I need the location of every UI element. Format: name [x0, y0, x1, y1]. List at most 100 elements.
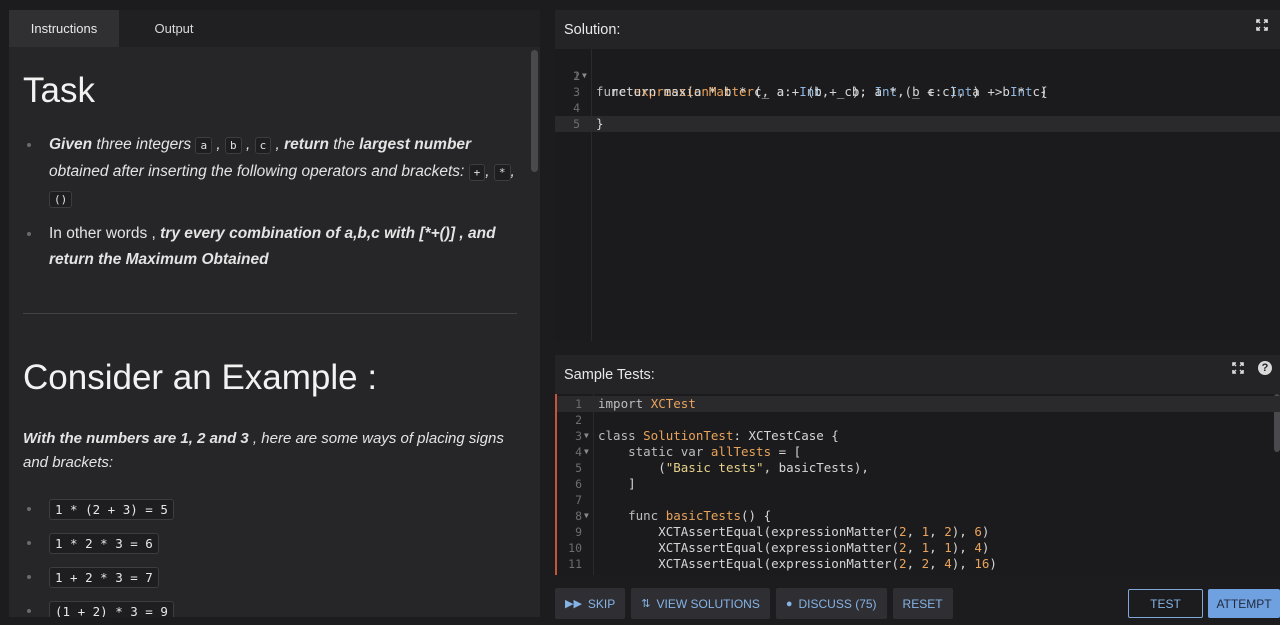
expand-icon[interactable]	[1254, 17, 1270, 33]
code-text: (	[598, 460, 666, 475]
code-text: ,	[929, 556, 945, 571]
solution-panel: Solution: 1 ▼ func expressionMatter(_ a: …	[555, 10, 1280, 341]
code-text: ,	[906, 540, 922, 555]
code-text: ,	[906, 524, 922, 539]
instructions-scrollbar[interactable]	[531, 50, 538, 172]
number-literal: 2	[944, 524, 952, 539]
code-text: )	[981, 540, 990, 555]
tests-editor[interactable]: 1 import XCTest 2 3 ▼ class SolutionTest: X…	[555, 394, 1280, 575]
number-literal: 2	[899, 540, 907, 555]
inline-code: a	[195, 137, 213, 154]
line-number: 11	[568, 557, 582, 571]
code-text: ,	[929, 524, 945, 539]
fold-icon[interactable]: ▼	[584, 508, 589, 524]
fold-icon[interactable]: ▼	[584, 444, 589, 460]
test-button[interactable]: TEST	[1128, 589, 1203, 618]
divider	[23, 313, 517, 314]
help-icon[interactable]: ?	[1258, 361, 1272, 375]
sample-tests-panel: Sample Tests: ? 1 import XCTest 2 3 ▼ class…	[555, 355, 1280, 575]
text: ,	[212, 136, 226, 153]
code-text: : XCTestCase {	[733, 428, 839, 443]
line-number: 7	[575, 493, 582, 507]
line-number: 10	[568, 541, 582, 555]
code-text: ),	[951, 556, 975, 571]
line-number: 2	[573, 69, 580, 83]
function-name: basicTests	[665, 508, 741, 523]
reset-button[interactable]: RESET	[892, 588, 953, 619]
expand-icon[interactable]	[1230, 360, 1246, 376]
line-number: 9	[575, 525, 582, 539]
line-number: 8	[575, 509, 582, 523]
text: ,	[271, 136, 285, 153]
text: ,	[241, 136, 255, 153]
code-text: ]	[598, 476, 636, 491]
number-literal: 1	[944, 540, 952, 555]
number-literal: 4	[974, 540, 982, 555]
tests-title: Sample Tests:	[564, 366, 655, 383]
solution-title: Solution:	[564, 21, 621, 38]
code-text: ),	[951, 524, 975, 539]
code-text: ),	[951, 540, 975, 555]
list-item: 1 * (2 + 3) = 5	[23, 497, 518, 521]
solutions-icon: ⇅	[641, 598, 651, 610]
description: Task Given three integers a , b , c , re…	[23, 47, 518, 617]
variable-name: allTests	[710, 444, 772, 459]
string-literal: "Basic tests"	[665, 460, 764, 475]
keyword: class	[598, 428, 644, 443]
tab-bar: Instructions Output	[9, 10, 540, 47]
list-item: 1 * 2 * 3 = 6	[23, 531, 518, 555]
keyword: import	[598, 396, 651, 411]
code-line: 4 ▼ static var allTests = [	[557, 444, 1280, 460]
line-number: 6	[575, 477, 582, 491]
code-text: XCTAssertEqual(expressionMatter(	[598, 540, 900, 555]
inline-code: *	[493, 164, 511, 181]
code-line: 9 XCTAssertEqual(expressionMatter(2, 1, …	[557, 524, 1280, 540]
tab-output[interactable]: Output	[119, 10, 229, 47]
inline-code: c	[254, 137, 272, 154]
button-label: SKIP	[587, 596, 616, 611]
bold-text: return	[284, 136, 329, 153]
bold-text: largest number	[359, 136, 472, 153]
keyword: func	[598, 508, 666, 523]
code-line: 10 XCTAssertEqual(expressionMatter(2, 1,…	[557, 540, 1280, 556]
number-literal: 2	[899, 524, 907, 539]
skip-button[interactable]: ▶▶ SKIP	[555, 588, 626, 619]
code-line: 8 ▼ func basicTests() {	[557, 508, 1280, 524]
discuss-button[interactable]: ● DISCUSS (75)	[775, 588, 887, 619]
line-number: 1	[575, 397, 582, 411]
line-number: 3	[573, 85, 580, 99]
attempt-button[interactable]: ATTEMPT	[1208, 589, 1280, 618]
button-label: VIEW SOLUTIONS	[656, 596, 760, 611]
bold-text: Given	[49, 136, 93, 153]
code-line: 3 ▼ class SolutionTest: XCTestCase {	[557, 428, 1280, 444]
code-line: 7	[557, 492, 1280, 508]
code-text: XCTAssertEqual(expressionMatter(	[598, 524, 900, 539]
inline-code: b	[225, 137, 242, 154]
line-number: 2	[575, 413, 582, 427]
line-number: 5	[575, 461, 582, 475]
number-literal: 2	[899, 556, 907, 571]
tests-header: Sample Tests: ?	[555, 355, 1280, 394]
line-number: 4	[575, 445, 582, 459]
fold-icon[interactable]: ▼	[584, 428, 589, 444]
code-line: 5 ("Basic tests", basicTests),	[557, 460, 1280, 476]
view-solutions-button[interactable]: ⇅ VIEW SOLUTIONS	[631, 588, 770, 619]
tab-instructions[interactable]: Instructions	[9, 10, 119, 47]
text: the	[328, 136, 360, 153]
example-list: 1 * (2 + 3) = 5 1 * 2 * 3 = 6 1 + 2 * 3 …	[23, 497, 518, 617]
code-text: () {	[741, 508, 772, 523]
action-bar: ▶▶ SKIP ⇅ VIEW SOLUTIONS ● DISCUSS (75) RES…	[555, 588, 953, 619]
list-item: 1 + 2 * 3 = 7	[23, 565, 518, 589]
text: obtained after inserting the following o…	[49, 163, 469, 180]
solution-header: Solution:	[555, 10, 1280, 49]
task-bullets: Given three integers a , b , c , return …	[23, 132, 518, 273]
example-code: 1 * 2 * 3 = 6	[49, 532, 159, 554]
keyword: static var	[598, 444, 711, 459]
example-heading: Consider an Example :	[23, 358, 378, 397]
solution-editor[interactable]: 1 ▼ func expressionMatter(_ a: Int, _ b: …	[555, 49, 1280, 341]
task-heading: Task	[23, 71, 95, 110]
bold-text: With the numbers are 1, 2 and 3	[23, 430, 249, 447]
example-description: With the numbers are 1, 2 and 3 , here a…	[23, 427, 518, 475]
text: three integers	[92, 136, 196, 153]
code-text: ,	[906, 556, 922, 571]
